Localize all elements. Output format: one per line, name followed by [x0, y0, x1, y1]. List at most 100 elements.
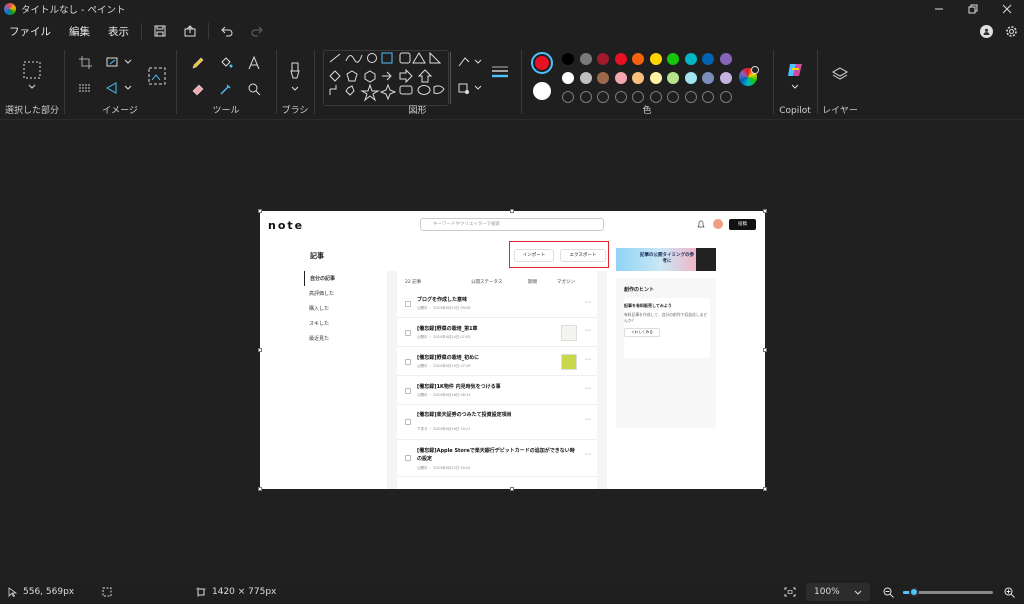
- minimize-button[interactable]: [922, 0, 956, 18]
- fill-style-button[interactable]: [457, 80, 483, 96]
- zoom-slider[interactable]: [903, 587, 993, 597]
- color-swatch[interactable]: [614, 72, 627, 84]
- layers-button[interactable]: [830, 64, 850, 84]
- color-swatch[interactable]: [684, 72, 697, 84]
- zoom-select[interactable]: 100%: [806, 580, 870, 604]
- color-swatch[interactable]: [719, 53, 732, 65]
- menu-view[interactable]: 表示: [99, 24, 138, 39]
- note-article-title: [備忘録]野菜の栽培_第1章: [417, 326, 478, 332]
- undo-button[interactable]: [212, 19, 242, 43]
- resize-handle[interactable]: [510, 487, 514, 491]
- color-swatch[interactable]: [667, 53, 679, 65]
- color-swatch[interactable]: [579, 72, 592, 84]
- color-swatch[interactable]: [562, 72, 574, 84]
- note-article-list: 22 記事 公開ステータス 期間 マガジン ブログを作成した意味 公開中 ・ 2…: [387, 271, 607, 489]
- restore-button[interactable]: [956, 0, 990, 18]
- zoom-out-button[interactable]: [883, 580, 894, 604]
- account-avatar[interactable]: [980, 24, 993, 38]
- resize-handle[interactable]: [763, 209, 767, 213]
- color-swatch[interactable]: [597, 53, 609, 65]
- note-banner: 記事の公開タイミングの参考に: [616, 248, 716, 271]
- eraser-button[interactable]: [189, 80, 207, 98]
- image-creator-button[interactable]: [147, 66, 167, 86]
- rotate-button[interactable]: [105, 80, 133, 96]
- share-icon: [184, 25, 196, 37]
- zoom-value: 100%: [814, 587, 840, 597]
- custom-color-slot[interactable]: [632, 91, 644, 103]
- outline-button[interactable]: [457, 54, 483, 70]
- color-swatch[interactable]: [597, 72, 609, 84]
- crop-button[interactable]: [77, 54, 93, 70]
- color-swatch[interactable]: [702, 72, 714, 84]
- resize-handle[interactable]: [258, 348, 262, 352]
- color-swatch[interactable]: [632, 72, 644, 84]
- menu-bar: ファイル 編集 表示: [0, 18, 1024, 44]
- line-size-button[interactable]: [487, 62, 513, 82]
- color-swatch[interactable]: [702, 53, 714, 65]
- custom-color-slot[interactable]: [667, 91, 679, 103]
- zoom-in-button[interactable]: [1004, 580, 1015, 604]
- resize-handle[interactable]: [763, 487, 767, 491]
- custom-color-slot[interactable]: [684, 91, 697, 103]
- user-icon: [983, 28, 990, 35]
- custom-color-slot[interactable]: [649, 91, 662, 103]
- color-swatch[interactable]: [667, 72, 679, 84]
- magnifier-button[interactable]: [245, 80, 263, 98]
- color-swatch[interactable]: [684, 53, 697, 65]
- gear-icon[interactable]: [1005, 25, 1018, 38]
- select-button[interactable]: [22, 60, 42, 80]
- select-dropdown[interactable]: [27, 82, 37, 90]
- close-button[interactable]: [990, 0, 1024, 18]
- text-button[interactable]: [245, 54, 263, 72]
- brush-dropdown[interactable]: [290, 84, 300, 92]
- resize-handle[interactable]: [258, 487, 262, 491]
- more-icon: ⋯: [585, 299, 591, 306]
- zoom-slider-thumb[interactable]: [908, 587, 919, 597]
- color-group: 色: [522, 44, 772, 120]
- custom-color-slot[interactable]: [562, 91, 574, 103]
- rectangle-select-icon: [23, 61, 41, 79]
- color-swatch[interactable]: [579, 53, 592, 65]
- edit-colors-button[interactable]: [739, 66, 759, 86]
- menu-file[interactable]: ファイル: [0, 24, 60, 39]
- custom-color-slot[interactable]: [579, 91, 592, 103]
- resize-handle[interactable]: [510, 209, 514, 213]
- resize-handle[interactable]: [258, 209, 262, 213]
- custom-color-slot[interactable]: [597, 91, 609, 103]
- chevron-down-icon: [291, 86, 299, 91]
- copilot-dropdown[interactable]: [790, 82, 800, 90]
- color-swatch[interactable]: [632, 53, 644, 65]
- custom-color-slot[interactable]: [702, 91, 714, 103]
- resize-button[interactable]: [105, 54, 133, 70]
- cursor-icon: [8, 587, 17, 597]
- share-button[interactable]: [175, 19, 205, 43]
- note-article-row: [備忘録]楽天証券のつみたて投資設定項目 下書き ・ 2024年9月16日 15…: [397, 406, 597, 440]
- note-side-item: 最近見た: [309, 336, 330, 342]
- color-swatch[interactable]: [614, 53, 627, 65]
- pencil-button[interactable]: [189, 54, 207, 72]
- shapes-gallery[interactable]: [323, 50, 449, 106]
- shapes-scrollbar[interactable]: [450, 52, 451, 104]
- color-picker-button[interactable]: [217, 80, 235, 98]
- bell-icon: [697, 219, 705, 228]
- remove-background-button[interactable]: [77, 80, 93, 96]
- resize-handle[interactable]: [763, 348, 767, 352]
- color-swatch[interactable]: [649, 72, 662, 84]
- custom-color-slot[interactable]: [719, 91, 732, 103]
- secondary-color-button[interactable]: [533, 82, 551, 100]
- note-article-checkbox: [405, 330, 411, 336]
- canvas[interactable]: note キーワードやクリエイターで検索 投稿 記事 自分の記事 高評価した 購…: [260, 211, 765, 489]
- brush-button[interactable]: [285, 60, 305, 82]
- color-swatch[interactable]: [719, 72, 732, 84]
- zoom-box[interactable]: 100%: [806, 583, 870, 601]
- copilot-button[interactable]: [785, 60, 805, 80]
- primary-color-button[interactable]: [531, 52, 553, 74]
- redo-button[interactable]: [242, 19, 272, 43]
- color-swatch[interactable]: [562, 53, 574, 65]
- fill-button[interactable]: [217, 54, 235, 72]
- color-swatch[interactable]: [649, 53, 662, 65]
- save-button[interactable]: [145, 19, 175, 43]
- fit-to-window-button[interactable]: [784, 580, 796, 604]
- custom-color-slot[interactable]: [614, 91, 627, 103]
- menu-edit[interactable]: 編集: [60, 24, 99, 39]
